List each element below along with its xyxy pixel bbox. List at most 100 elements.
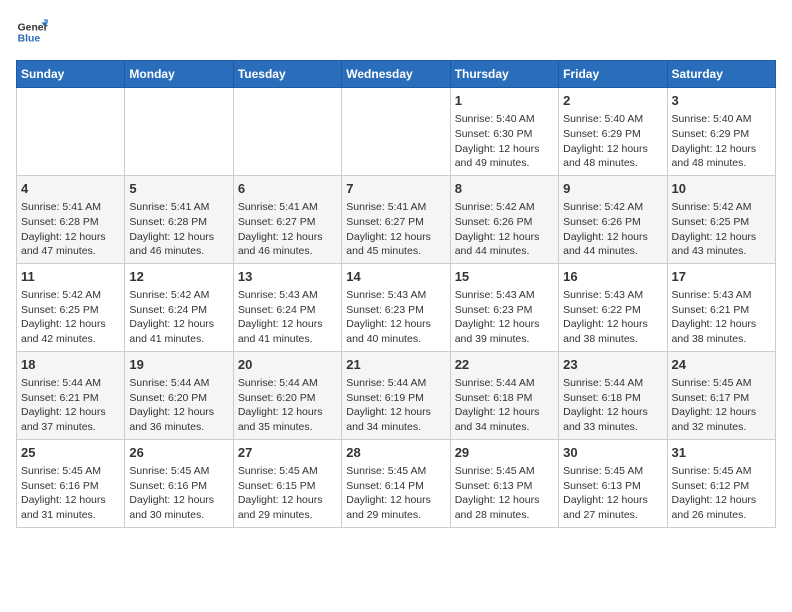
cell-text: Daylight: 12 hours <box>21 317 120 332</box>
cell-text: Sunset: 6:14 PM <box>346 479 445 494</box>
day-number: 7 <box>346 180 445 198</box>
cell-text: Daylight: 12 hours <box>455 317 554 332</box>
calendar-cell: 16Sunrise: 5:43 AMSunset: 6:22 PMDayligh… <box>559 263 667 351</box>
calendar-cell: 12Sunrise: 5:42 AMSunset: 6:24 PMDayligh… <box>125 263 233 351</box>
column-header-friday: Friday <box>559 61 667 88</box>
day-number: 21 <box>346 356 445 374</box>
cell-text: Daylight: 12 hours <box>129 493 228 508</box>
cell-text: Daylight: 12 hours <box>346 230 445 245</box>
calendar-cell: 4Sunrise: 5:41 AMSunset: 6:28 PMDaylight… <box>17 175 125 263</box>
cell-text: and 41 minutes. <box>129 332 228 347</box>
cell-text: Sunset: 6:29 PM <box>563 127 662 142</box>
cell-text: and 42 minutes. <box>21 332 120 347</box>
day-number: 28 <box>346 444 445 462</box>
cell-text: Daylight: 12 hours <box>563 405 662 420</box>
cell-text: Daylight: 12 hours <box>346 317 445 332</box>
cell-text: Sunrise: 5:45 AM <box>563 464 662 479</box>
calendar-cell: 18 Sunrise: 5:44 AMSunset: 6:21 PMDayligh… <box>17 351 125 439</box>
day-number: 18 <box>21 356 120 374</box>
calendar-cell: 3 Sunrise: 5:40 AMSunset: 6:29 PMDaylight… <box>667 88 775 176</box>
logo: General Blue <box>16 16 48 48</box>
cell-text: Daylight: 12 hours <box>21 405 120 420</box>
cell-text: and 46 minutes. <box>129 244 228 259</box>
column-header-wednesday: Wednesday <box>342 61 450 88</box>
cell-text: Sunrise: 5:40 AM <box>672 112 771 127</box>
calendar-cell: 28Sunrise: 5:45 AMSunset: 6:14 PMDayligh… <box>342 439 450 527</box>
day-number: 10 <box>672 180 771 198</box>
cell-text: and 34 minutes. <box>346 420 445 435</box>
cell-text: and 39 minutes. <box>455 332 554 347</box>
cell-text: Daylight: 12 hours <box>129 230 228 245</box>
calendar-cell: 22Sunrise: 5:44 AMSunset: 6:18 PMDayligh… <box>450 351 558 439</box>
cell-text: and 33 minutes. <box>563 420 662 435</box>
calendar-cell: 29Sunrise: 5:45 AMSunset: 6:13 PMDayligh… <box>450 439 558 527</box>
day-number: 22 <box>455 356 554 374</box>
cell-text: Sunrise: 5:44 AM <box>238 376 337 391</box>
cell-text: Sunset: 6:29 PM <box>672 127 771 142</box>
day-number: 13 <box>238 268 337 286</box>
cell-text: Sunrise: 5:44 AM <box>129 376 228 391</box>
cell-text: and 49 minutes. <box>455 156 554 171</box>
day-number: 3 <box>672 92 771 110</box>
day-number: 17 <box>672 268 771 286</box>
calendar-cell: 31Sunrise: 5:45 AMSunset: 6:12 PMDayligh… <box>667 439 775 527</box>
calendar-cell: 26Sunrise: 5:45 AMSunset: 6:16 PMDayligh… <box>125 439 233 527</box>
cell-text: Daylight: 12 hours <box>672 317 771 332</box>
cell-text: and 31 minutes. <box>21 508 120 523</box>
day-number: 29 <box>455 444 554 462</box>
cell-text: Sunrise: 5:42 AM <box>21 288 120 303</box>
calendar-cell <box>233 88 341 176</box>
cell-text: Daylight: 12 hours <box>21 230 120 245</box>
cell-text: Sunrise: 5:45 AM <box>129 464 228 479</box>
cell-text: Sunrise: 5:41 AM <box>129 200 228 215</box>
cell-text: and 47 minutes. <box>21 244 120 259</box>
day-number: 9 <box>563 180 662 198</box>
cell-text: Sunrise: 5:41 AM <box>346 200 445 215</box>
calendar-cell: 9Sunrise: 5:42 AMSunset: 6:26 PMDaylight… <box>559 175 667 263</box>
cell-text: and 48 minutes. <box>672 156 771 171</box>
cell-text: Daylight: 12 hours <box>563 493 662 508</box>
day-number: 8 <box>455 180 554 198</box>
calendar-cell: 7Sunrise: 5:41 AMSunset: 6:27 PMDaylight… <box>342 175 450 263</box>
day-number: 24 <box>672 356 771 374</box>
cell-text: Sunset: 6:13 PM <box>455 479 554 494</box>
cell-text: Sunset: 6:13 PM <box>563 479 662 494</box>
cell-text: Sunset: 6:21 PM <box>21 391 120 406</box>
cell-text: Sunrise: 5:43 AM <box>672 288 771 303</box>
cell-text: Sunrise: 5:45 AM <box>455 464 554 479</box>
cell-text: Sunrise: 5:43 AM <box>238 288 337 303</box>
column-header-tuesday: Tuesday <box>233 61 341 88</box>
logo-icon: General Blue <box>16 16 48 48</box>
calendar-cell: 15Sunrise: 5:43 AMSunset: 6:23 PMDayligh… <box>450 263 558 351</box>
cell-text: Sunset: 6:26 PM <box>455 215 554 230</box>
day-number: 11 <box>21 268 120 286</box>
cell-text: Sunset: 6:22 PM <box>563 303 662 318</box>
cell-text: Sunset: 6:26 PM <box>563 215 662 230</box>
cell-text: Daylight: 12 hours <box>672 230 771 245</box>
day-number: 2 <box>563 92 662 110</box>
cell-text: Daylight: 12 hours <box>563 230 662 245</box>
cell-text: Daylight: 12 hours <box>238 405 337 420</box>
calendar-cell: 19Sunrise: 5:44 AMSunset: 6:20 PMDayligh… <box>125 351 233 439</box>
cell-text: Sunset: 6:20 PM <box>129 391 228 406</box>
cell-text: Sunrise: 5:44 AM <box>21 376 120 391</box>
cell-text: Sunrise: 5:45 AM <box>346 464 445 479</box>
cell-text: Daylight: 12 hours <box>238 317 337 332</box>
cell-text: Daylight: 12 hours <box>455 405 554 420</box>
calendar-cell: 20Sunrise: 5:44 AMSunset: 6:20 PMDayligh… <box>233 351 341 439</box>
cell-text: Sunset: 6:23 PM <box>455 303 554 318</box>
cell-text: and 30 minutes. <box>129 508 228 523</box>
cell-text: Daylight: 12 hours <box>563 142 662 157</box>
day-number: 4 <box>21 180 120 198</box>
cell-text: and 43 minutes. <box>672 244 771 259</box>
day-number: 19 <box>129 356 228 374</box>
cell-text: and 32 minutes. <box>672 420 771 435</box>
cell-text: and 44 minutes. <box>563 244 662 259</box>
cell-text: Daylight: 12 hours <box>238 230 337 245</box>
cell-text: Daylight: 12 hours <box>672 142 771 157</box>
calendar-cell: 13Sunrise: 5:43 AMSunset: 6:24 PMDayligh… <box>233 263 341 351</box>
cell-text: Sunrise: 5:45 AM <box>238 464 337 479</box>
cell-text: and 38 minutes. <box>672 332 771 347</box>
cell-text: Sunrise: 5:44 AM <box>563 376 662 391</box>
day-number: 23 <box>563 356 662 374</box>
